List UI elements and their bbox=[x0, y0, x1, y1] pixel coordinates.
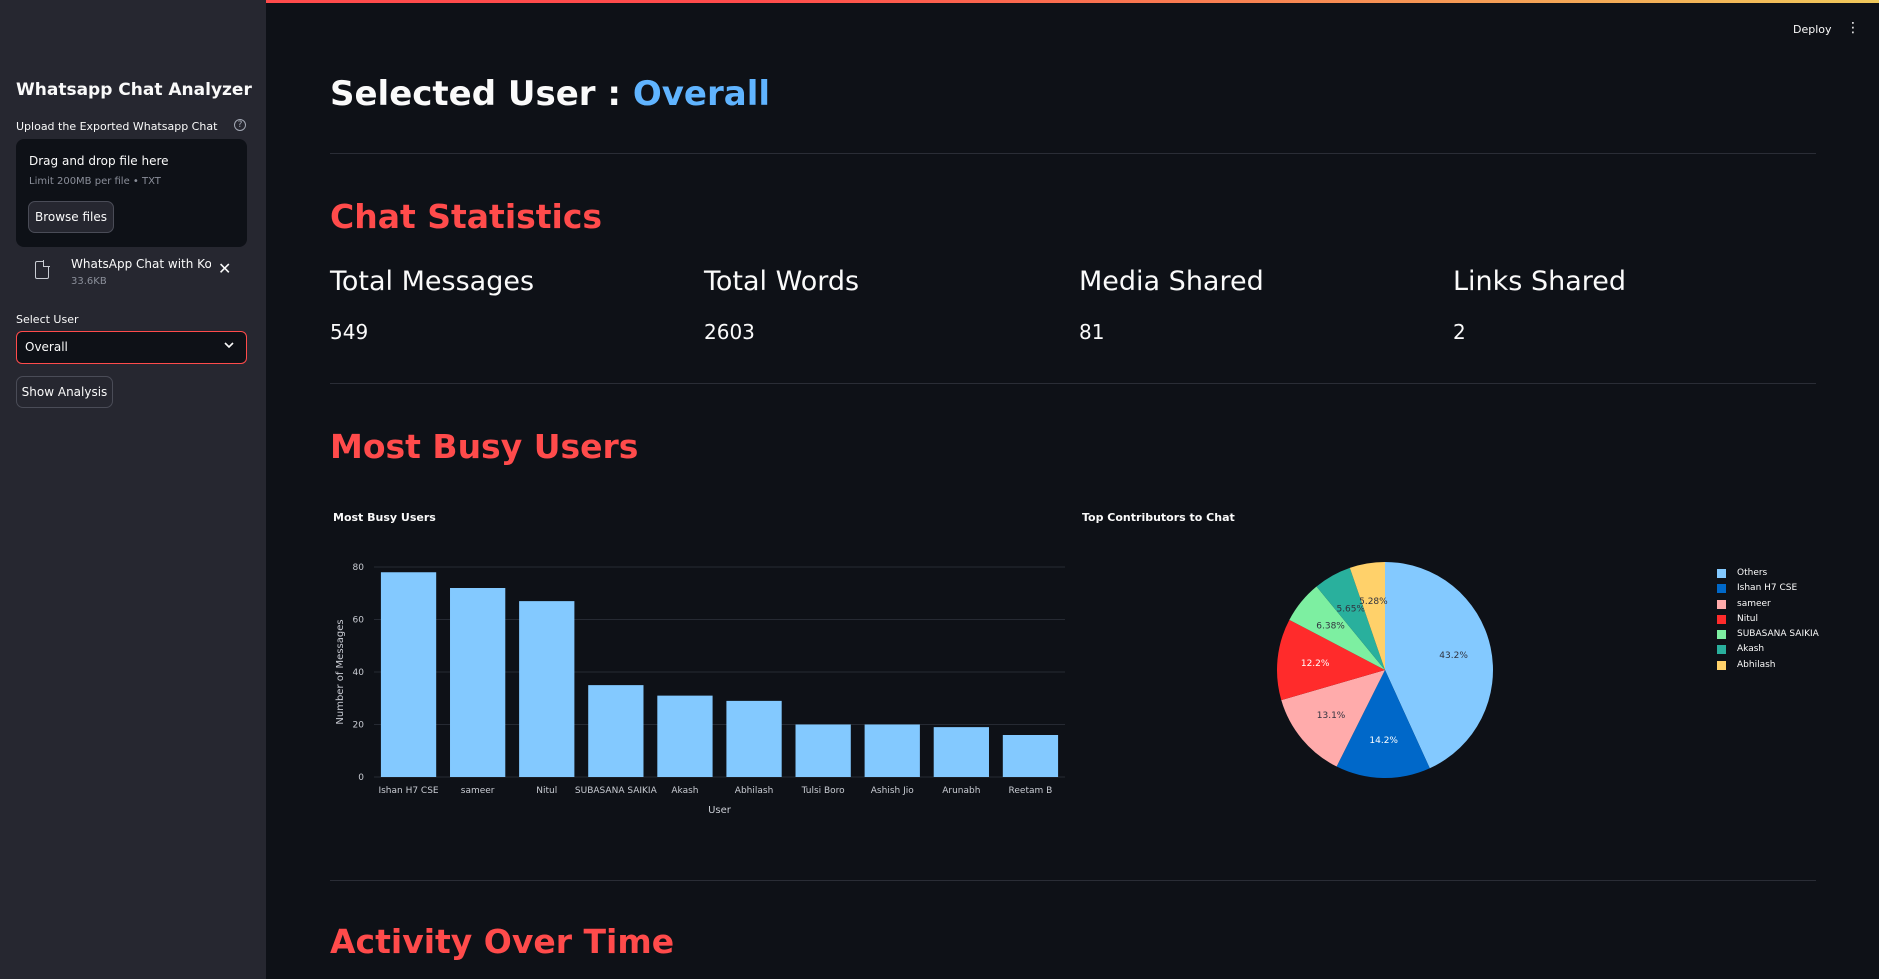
top-decoration-bar bbox=[0, 0, 1879, 3]
sidebar: Whatsapp Chat Analyzer Upload the Export… bbox=[0, 0, 266, 979]
dropzone-title: Drag and drop file here bbox=[29, 154, 169, 168]
legend-label: Akash bbox=[1737, 644, 1765, 655]
legend-swatch bbox=[1717, 584, 1726, 594]
x-tick-label: Arunabh bbox=[942, 786, 980, 796]
selected-user-value: Overall bbox=[632, 74, 771, 114]
browse-files-button[interactable]: Browse files bbox=[28, 201, 114, 233]
file-name: WhatsApp Chat with Ko... bbox=[71, 257, 211, 271]
y-axis-label: Number of Messages bbox=[335, 619, 346, 724]
deploy-button[interactable]: Deploy bbox=[1793, 23, 1832, 36]
legend-item[interactable]: Others bbox=[1717, 567, 1819, 582]
legend-swatch bbox=[1717, 660, 1726, 670]
chevron-down-icon bbox=[224, 340, 234, 353]
metric-label: Total Words bbox=[704, 266, 860, 297]
activity-over-time-heading: Activity Over Time bbox=[330, 922, 675, 961]
legend-item[interactable]: Abhilash bbox=[1717, 659, 1819, 674]
pie-slice-label: 43.2% bbox=[1439, 651, 1468, 661]
x-tick-label: Ashish Jio bbox=[871, 786, 914, 796]
bar-chart-title: Most Busy Users bbox=[333, 511, 436, 524]
bar bbox=[933, 727, 989, 777]
x-tick-label: sameer bbox=[461, 786, 495, 796]
legend-label: Ishan H7 CSE bbox=[1737, 583, 1798, 594]
show-analysis-button[interactable]: Show Analysis bbox=[16, 376, 113, 408]
page-title: Selected User : Overall bbox=[330, 74, 770, 114]
uploaded-file: WhatsApp Chat with Ko... 33.6KB ✕ bbox=[16, 252, 247, 292]
most-busy-users-heading: Most Busy Users bbox=[330, 427, 639, 466]
pie-slice-label: 6.38% bbox=[1316, 622, 1345, 632]
bar bbox=[519, 601, 575, 777]
x-tick-label: Tulsi Boro bbox=[801, 786, 846, 796]
dropzone-limit: Limit 200MB per file • TXT bbox=[29, 176, 161, 187]
bar bbox=[726, 700, 782, 777]
y-tick-label: 20 bbox=[353, 721, 365, 731]
divider bbox=[330, 880, 1816, 881]
metric-label: Links Shared bbox=[1453, 266, 1626, 297]
y-tick-label: 80 bbox=[353, 563, 365, 573]
bar bbox=[795, 724, 851, 777]
legend-label: Others bbox=[1737, 568, 1768, 578]
upload-label: Upload the Exported Whatsapp Chat bbox=[16, 120, 218, 133]
bar bbox=[657, 695, 713, 777]
x-tick-label: Nitul bbox=[536, 786, 557, 796]
legend-swatch bbox=[1717, 645, 1726, 655]
pie-slice-label: 5.28% bbox=[1359, 597, 1388, 607]
y-tick-label: 40 bbox=[353, 668, 365, 678]
metric-value: 549 bbox=[330, 320, 369, 344]
legend-item[interactable]: sameer bbox=[1717, 598, 1819, 613]
legend-swatch bbox=[1717, 630, 1726, 640]
user-select-value: Overall bbox=[25, 340, 68, 354]
legend-item[interactable]: Akash bbox=[1717, 643, 1819, 658]
x-tick-label: Akash bbox=[671, 786, 698, 796]
x-tick-label: Ishan H7 CSE bbox=[378, 786, 438, 796]
select-user-label: Select User bbox=[16, 313, 79, 326]
main-menu-icon[interactable]: ⋮ bbox=[1846, 20, 1860, 36]
legend-swatch bbox=[1717, 599, 1726, 609]
file-dropzone[interactable]: Drag and drop file here Limit 200MB per … bbox=[16, 139, 247, 247]
pie-slice-label: 13.1% bbox=[1317, 711, 1346, 721]
bar-chart: 0 20 40 60 80 Ishan H7 CSE sameer Nitul SUBASANA… bbox=[335, 563, 1065, 816]
bar bbox=[380, 572, 437, 777]
close-icon[interactable]: ✕ bbox=[218, 259, 231, 278]
divider bbox=[330, 383, 1816, 384]
metric-value: 81 bbox=[1079, 320, 1105, 344]
pie-chart-title: Top Contributors to Chat bbox=[1082, 511, 1235, 524]
sidebar-title: Whatsapp Chat Analyzer bbox=[16, 80, 252, 100]
legend-swatch bbox=[1717, 614, 1726, 624]
bar bbox=[1002, 735, 1059, 777]
legend-item[interactable]: Nitul bbox=[1717, 613, 1819, 628]
y-tick-label: 60 bbox=[353, 616, 365, 626]
file-size: 33.6KB bbox=[71, 276, 107, 287]
help-icon[interactable]: ? bbox=[234, 119, 246, 131]
x-tick-label: Abhilash bbox=[735, 786, 773, 796]
user-select[interactable]: Overall bbox=[16, 331, 247, 364]
x-tick-label: SUBASANA SAIKIA bbox=[575, 786, 658, 796]
y-tick-label: 0 bbox=[358, 773, 364, 783]
metric-value: 2603 bbox=[704, 320, 755, 344]
bar bbox=[864, 724, 920, 777]
chat-statistics-heading: Chat Statistics bbox=[330, 197, 603, 236]
pie-chart: 43.2%14.2%13.1%12.2%6.38%5.65%5.28% bbox=[1277, 562, 1493, 778]
legend-item[interactable]: SUBASANA SAIKIA bbox=[1717, 628, 1819, 643]
metric-label: Media Shared bbox=[1079, 266, 1264, 297]
bar bbox=[588, 685, 644, 777]
selected-user-prefix: Selected User : bbox=[330, 74, 633, 114]
legend-label: SUBASANA SAIKIA bbox=[1737, 629, 1819, 640]
legend-label: sameer bbox=[1737, 598, 1771, 609]
legend-label: Abhilash bbox=[1737, 659, 1776, 670]
bar bbox=[450, 588, 506, 777]
legend-item[interactable]: Ishan H7 CSE bbox=[1717, 582, 1819, 597]
pie-slice-label: 12.2% bbox=[1301, 659, 1330, 669]
divider bbox=[330, 153, 1816, 154]
metric-value: 2 bbox=[1453, 320, 1466, 344]
x-axis-label: User bbox=[708, 805, 732, 816]
pie-legend: Others Ishan H7 CSE sameer Nitul SUBASANA SA… bbox=[1717, 567, 1819, 674]
pie-slice-label: 14.2% bbox=[1369, 736, 1398, 746]
x-tick-label: Reetam B bbox=[1009, 786, 1053, 796]
file-icon bbox=[35, 260, 50, 279]
legend-swatch bbox=[1717, 569, 1726, 578]
legend-label: Nitul bbox=[1737, 613, 1758, 624]
metric-label: Total Messages bbox=[330, 266, 535, 297]
